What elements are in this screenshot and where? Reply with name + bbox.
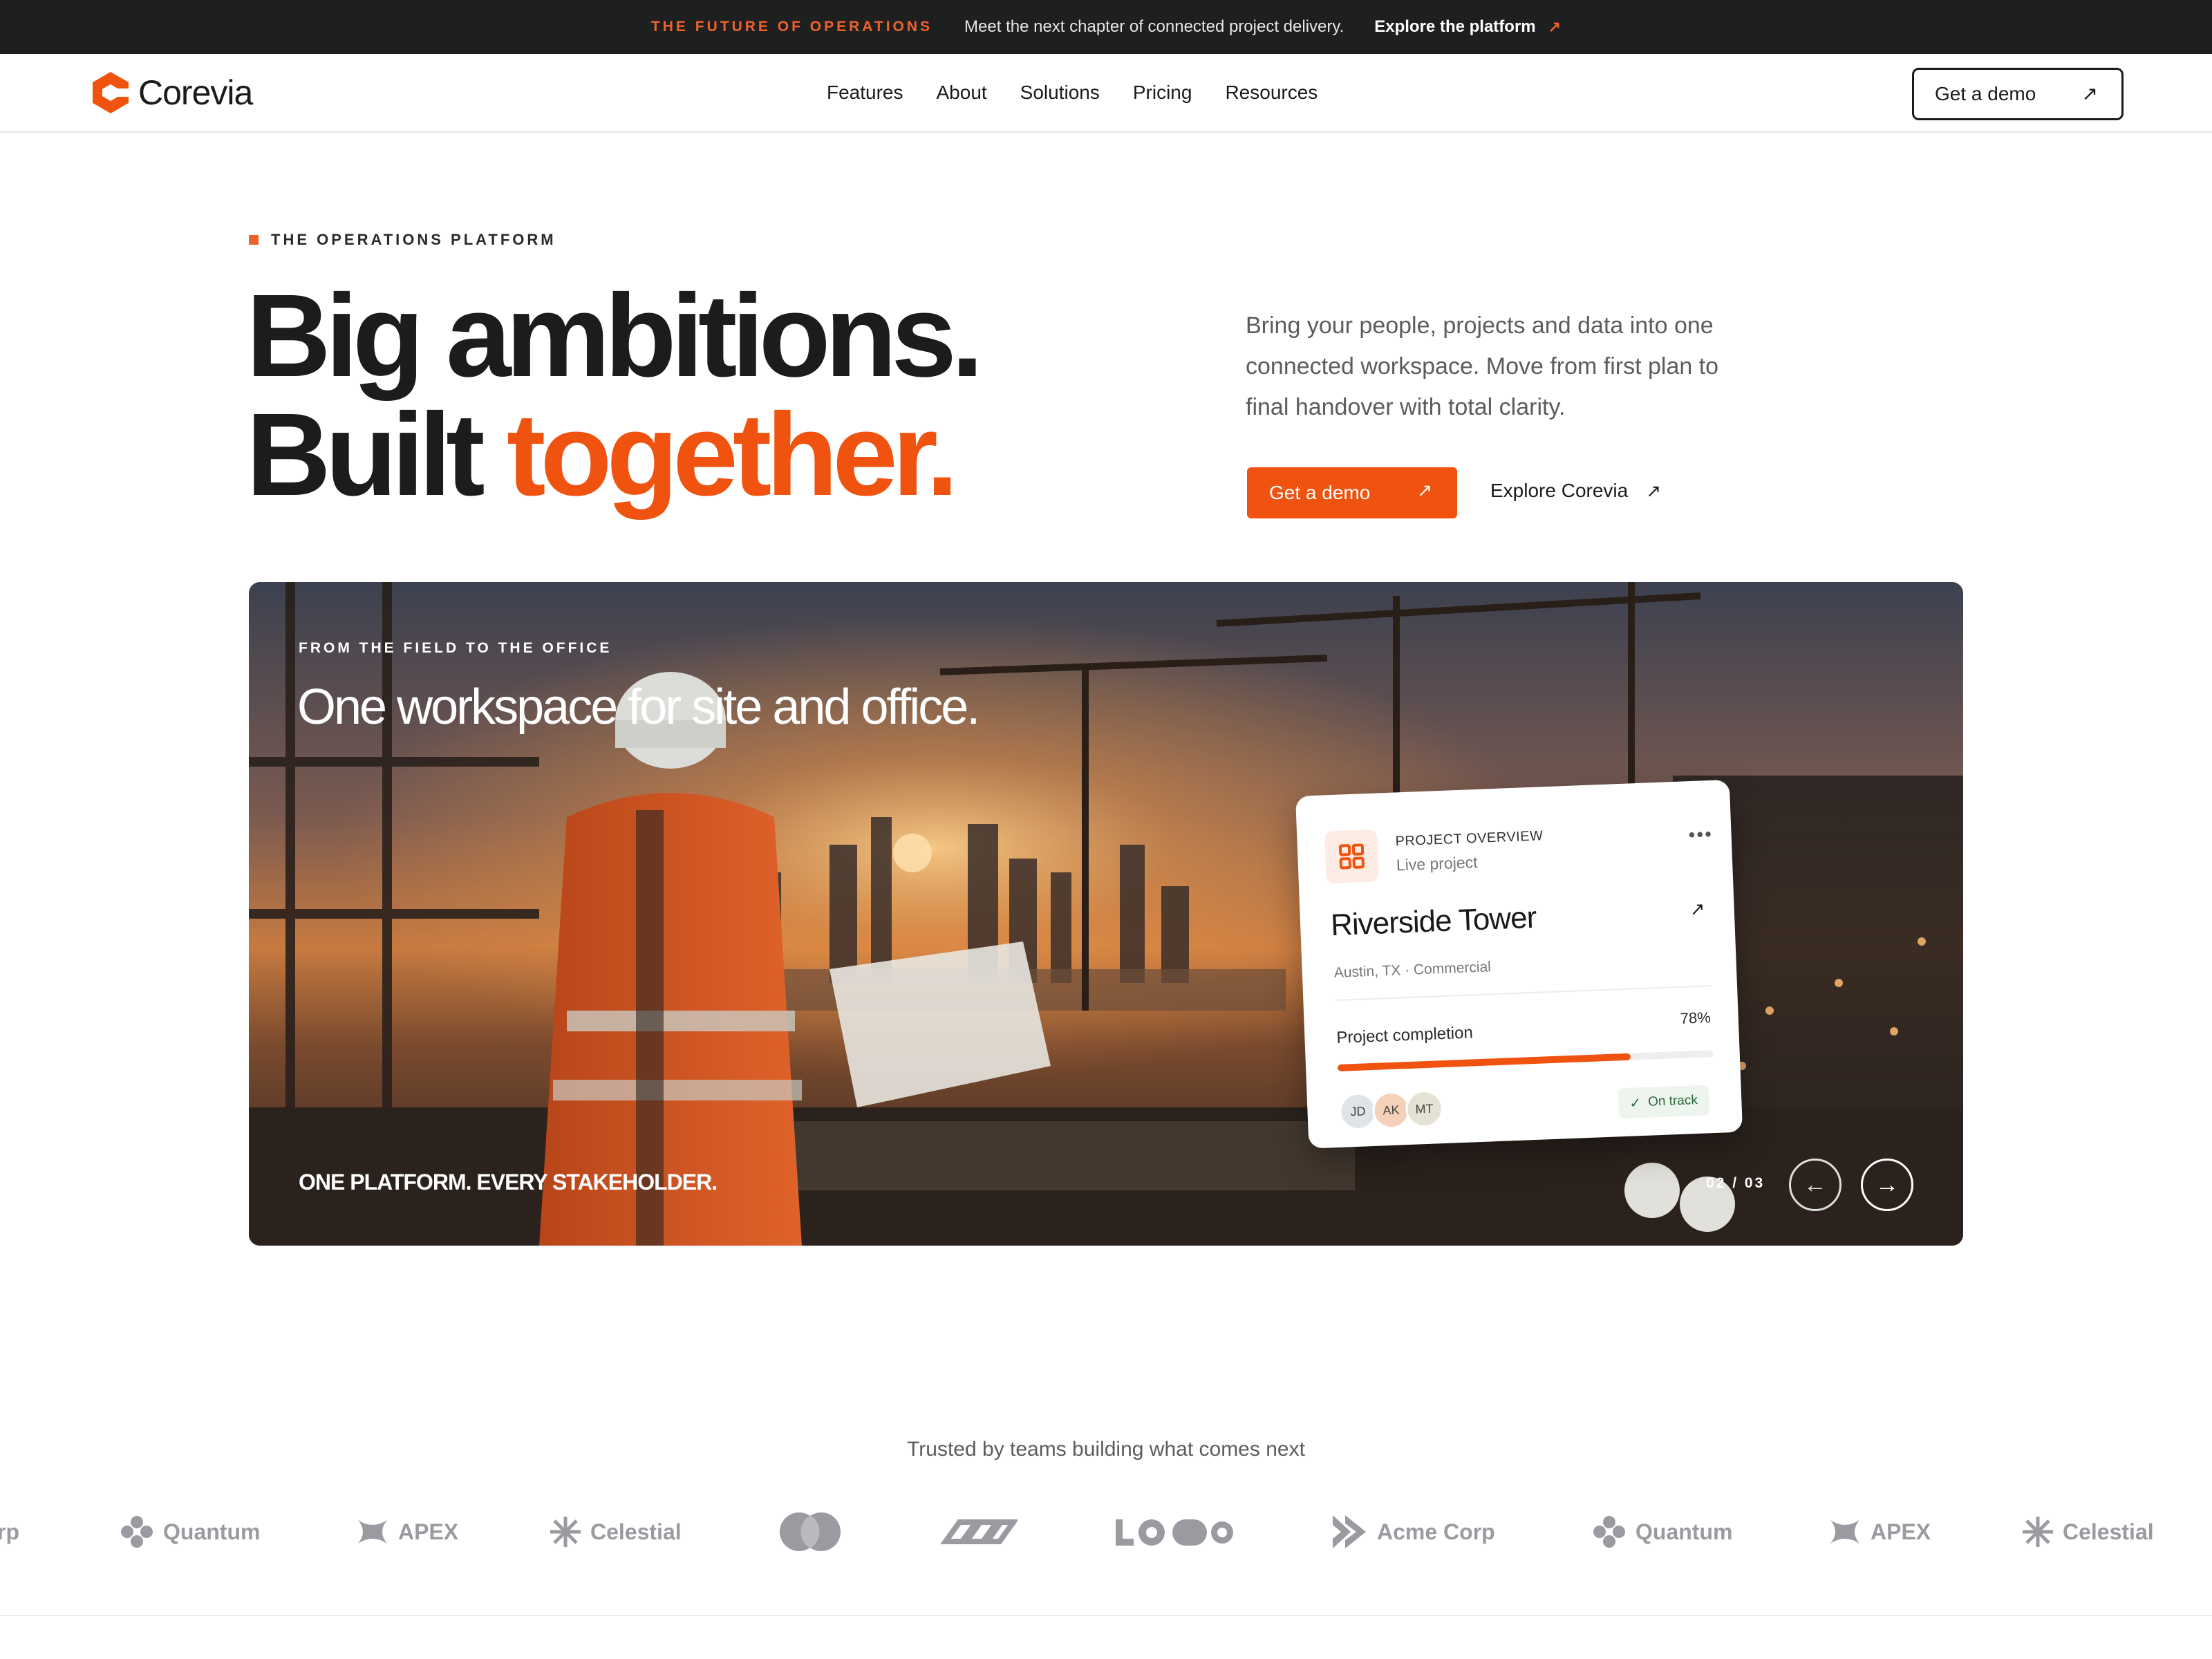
announcement-text: Meet the next chapter of connected proje… [964,17,1344,36]
announcement-bar: THE FUTURE OF OPERATIONS Meet the next c… [0,0,2212,54]
hero-eyebrow: THE OPERATIONS PLATFORM [249,231,556,249]
partner-logo-label: Quantum [1635,1519,1733,1544]
quantum-logo-icon [121,1516,153,1548]
check-icon: ✓ [1629,1095,1642,1112]
announcement-link-label: Explore the platform [1374,17,1536,36]
main-nav: Corevia Features About Solutions Pricing… [0,54,2212,133]
acme-logo-icon [1333,1515,1366,1548]
progress-value: 78% [1680,1009,1712,1027]
status-badge: ✓ On track [1618,1085,1709,1119]
partner-logo-quantum: Quantum [1591,1511,1732,1553]
grid-icon [1324,829,1379,884]
hero-headline: Big ambitions. Built together. [246,276,984,514]
partner-logo-label: Celestial [2063,1519,2154,1544]
slide-footer: ONE PLATFORM. EVERY STAKEHOLDER. [299,1170,718,1194]
avatar[interactable]: MT [1405,1089,1444,1129]
partner-logo-logo-wordmark [1113,1511,1246,1553]
apex-logo-icon [1830,1520,1859,1544]
partner-logo-label: APEX [1871,1519,1931,1544]
card-label: PROJECT OVERVIEW [1395,828,1544,850]
quantum-logo-icon [1593,1516,1625,1548]
partner-logo-label: Celestial [590,1519,682,1544]
team-avatars: JD AK MT [1338,1089,1444,1131]
arrow-right-icon: → [1875,1171,1899,1198]
partner-logo-apex: APEX [1828,1511,1931,1553]
hero-description: Bring your people, projects and data int… [1246,312,1719,420]
status-label: On track [1647,1092,1698,1109]
card-sublabel: Live project [1396,852,1478,874]
headline-line-2-prefix: Built [246,389,507,521]
previous-slide-button[interactable]: ← [1789,1159,1841,1211]
slide-title: One workspace for site and office. [297,679,980,735]
headline-line-1: Big ambitions. [246,270,984,402]
project-meta: Austin, TX · Commercial [1333,959,1492,982]
progress-label: Project completion [1335,1023,1474,1047]
partner-logo-label: Quantum [163,1519,261,1544]
partner-logo-quantum: Quantum [119,1511,260,1553]
trusted-heading: Trusted by teams building what comes nex… [907,1438,1305,1461]
partner-logo: rp [0,1511,19,1553]
partner-logo-circles [778,1511,850,1553]
partner-logo-apex: APEX [355,1511,458,1553]
corevia-logo-icon [93,72,129,113]
arrow-left-icon: ← [1803,1171,1827,1198]
nav-link-resources[interactable]: Resources [1225,82,1318,104]
nav-get-demo-button[interactable]: Get a demo ↗ [1912,68,2124,120]
partner-logo-acme: Acme Corp [1330,1511,1495,1553]
arrow-up-right-icon: ↗ [1646,480,1661,501]
project-overview-card[interactable]: PROJECT OVERVIEW Live project ••• Rivers… [1295,779,1743,1149]
partner-logo-label: Acme Corp [1377,1519,1495,1544]
nav-link-solutions[interactable]: Solutions [1020,82,1100,104]
hero-slide: FROM THE FIELD TO THE OFFICE One workspa… [249,582,1963,1246]
partner-logo-label: rp [0,1519,19,1544]
partner-logo-celestial: Celestial [549,1511,682,1553]
partner-logo-celestial: Celestial [2021,1511,2154,1553]
progress-track [1337,1050,1714,1071]
explore-corevia-link[interactable]: Explore Corevia ↗ [1490,480,1661,502]
chain-logo-icon [940,1519,1018,1544]
arrow-up-right-icon: ↗ [1548,18,1562,35]
nav-links: Features About Solutions Pricing Resourc… [827,82,1318,104]
nav-link-features[interactable]: Features [827,82,903,104]
avatar[interactable]: JD [1338,1091,1378,1131]
nav-link-pricing[interactable]: Pricing [1133,82,1192,104]
nav-get-demo-label: Get a demo [1935,83,2036,104]
hero-get-demo-button[interactable]: Get a demo ↗ [1247,467,1457,518]
slide-eyebrow: FROM THE FIELD TO THE OFFICE [299,640,612,656]
arrow-up-right-icon[interactable]: ↗ [1689,898,1705,920]
arrow-up-right-icon: ↗ [1417,480,1432,500]
logo-strip: rp Quantum APEX Celestial Acme Corp Quan… [0,1511,2212,1553]
logo-wordmark-icon [1116,1519,1233,1546]
headline-line-2-accent: together. [506,389,959,521]
celestial-logo-icon [550,1517,581,1547]
project-title: Riverside Tower [1330,900,1537,943]
hero-get-demo-label: Get a demo [1269,482,1371,503]
explore-corevia-label: Explore Corevia [1490,480,1629,501]
slide-pager: 02 / 03 [1706,1175,1765,1191]
logo-text: Corevia [138,73,253,112]
card-divider [1335,985,1712,1002]
apex-logo-icon [358,1520,387,1544]
progress-fill [1337,1053,1631,1071]
next-slide-button[interactable]: → [1861,1159,1913,1211]
arrow-up-right-icon: ↗ [2081,83,2098,104]
announcement-eyebrow: THE FUTURE OF OPERATIONS [650,19,933,35]
overlapping-circles-logo-icon [780,1512,841,1551]
eyebrow-square-icon [249,235,259,245]
avatar[interactable]: AK [1371,1091,1411,1130]
nav-link-about[interactable]: About [937,82,987,104]
celestial-logo-icon [2023,1517,2053,1547]
more-options-icon[interactable]: ••• [1688,823,1714,846]
hero-eyebrow-text: THE OPERATIONS PLATFORM [271,231,556,248]
section-divider [0,1615,2212,1616]
partner-logo-chain [939,1511,1026,1553]
announcement-link[interactable]: Explore the platform ↗ [1374,17,1561,37]
partner-logo-label: APEX [398,1519,459,1544]
logo[interactable]: Corevia [87,69,253,116]
